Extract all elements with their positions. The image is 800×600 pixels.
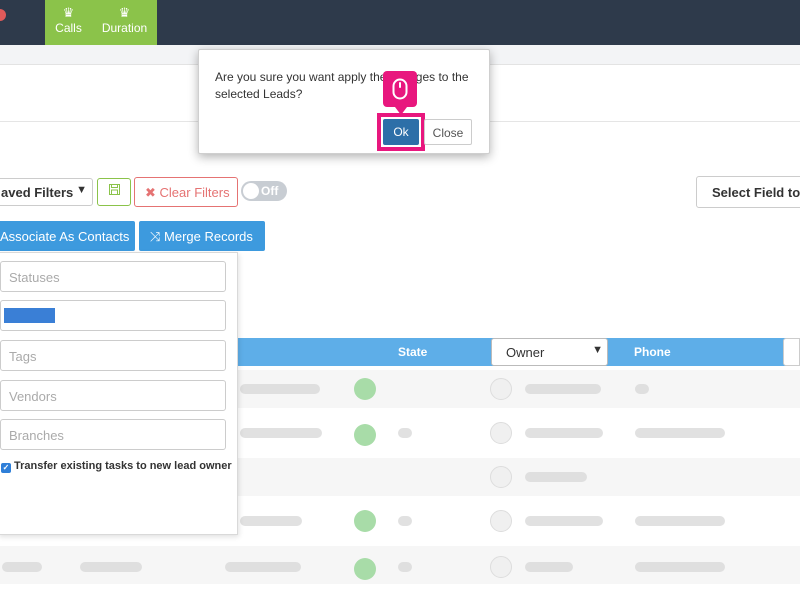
click-marker [383, 71, 417, 115]
dialog-message: Are you sure you want apply the changes … [215, 70, 469, 101]
column-phone: Phone [634, 345, 671, 359]
save-filter-button[interactable] [97, 178, 131, 206]
shuffle-icon: ⤨ [150, 229, 161, 244]
select-field-button[interactable]: Select Field to [696, 176, 800, 208]
clear-filters-button[interactable]: ✖ Clear Filters [134, 177, 238, 207]
transfer-tasks-checkbox-row[interactable]: ✓ Transfer existing tasks to new lead own… [1, 460, 232, 473]
branches-field[interactable]: Branches [0, 419, 226, 450]
column-state: State [398, 345, 428, 359]
filter-toggle[interactable]: Off [241, 181, 287, 201]
selected-value-chip [4, 308, 55, 323]
owner-field[interactable] [0, 300, 226, 331]
chevron-down-icon: ▼ [592, 344, 603, 356]
close-button[interactable]: Close [424, 119, 472, 145]
column-select-box[interactable] [783, 338, 800, 366]
confirm-dialog: Are you sure you want apply the changes … [198, 49, 490, 154]
vendors-field[interactable]: Vendors [0, 380, 226, 411]
ok-button[interactable]: Ok [383, 119, 419, 145]
statuses-field[interactable]: Statuses [0, 261, 226, 292]
table-row[interactable] [0, 546, 800, 584]
bulk-edit-panel: Statuses Tags Vendors Branches ✓ Transfer… [0, 252, 238, 535]
floppy-disk-icon [108, 184, 120, 195]
checkbox-checked-icon[interactable]: ✓ [1, 463, 11, 473]
associate-as-contacts-button[interactable]: Associate As Contacts [0, 221, 135, 251]
crown-icon: ♛ [118, 5, 131, 20]
crown-icon: ♛ [62, 5, 75, 20]
toggle-knob [243, 183, 259, 199]
merge-records-button[interactable]: ⤨ Merge Records [139, 221, 265, 251]
notification-dot [0, 9, 6, 21]
top-navbar: ♛ Calls ♛ Duration [0, 0, 800, 45]
chevron-down-icon: ▼ [76, 184, 87, 196]
tab-calls[interactable]: ♛ Calls [45, 0, 92, 45]
times-icon: ✖ [145, 185, 156, 200]
mouse-icon [392, 78, 408, 100]
tab-duration[interactable]: ♛ Duration [92, 0, 157, 45]
tags-field[interactable]: Tags [0, 340, 226, 371]
owner-select[interactable]: Owner ▼ [491, 338, 608, 366]
saved-filters-select[interactable]: aved Filters ▼ [0, 178, 93, 206]
